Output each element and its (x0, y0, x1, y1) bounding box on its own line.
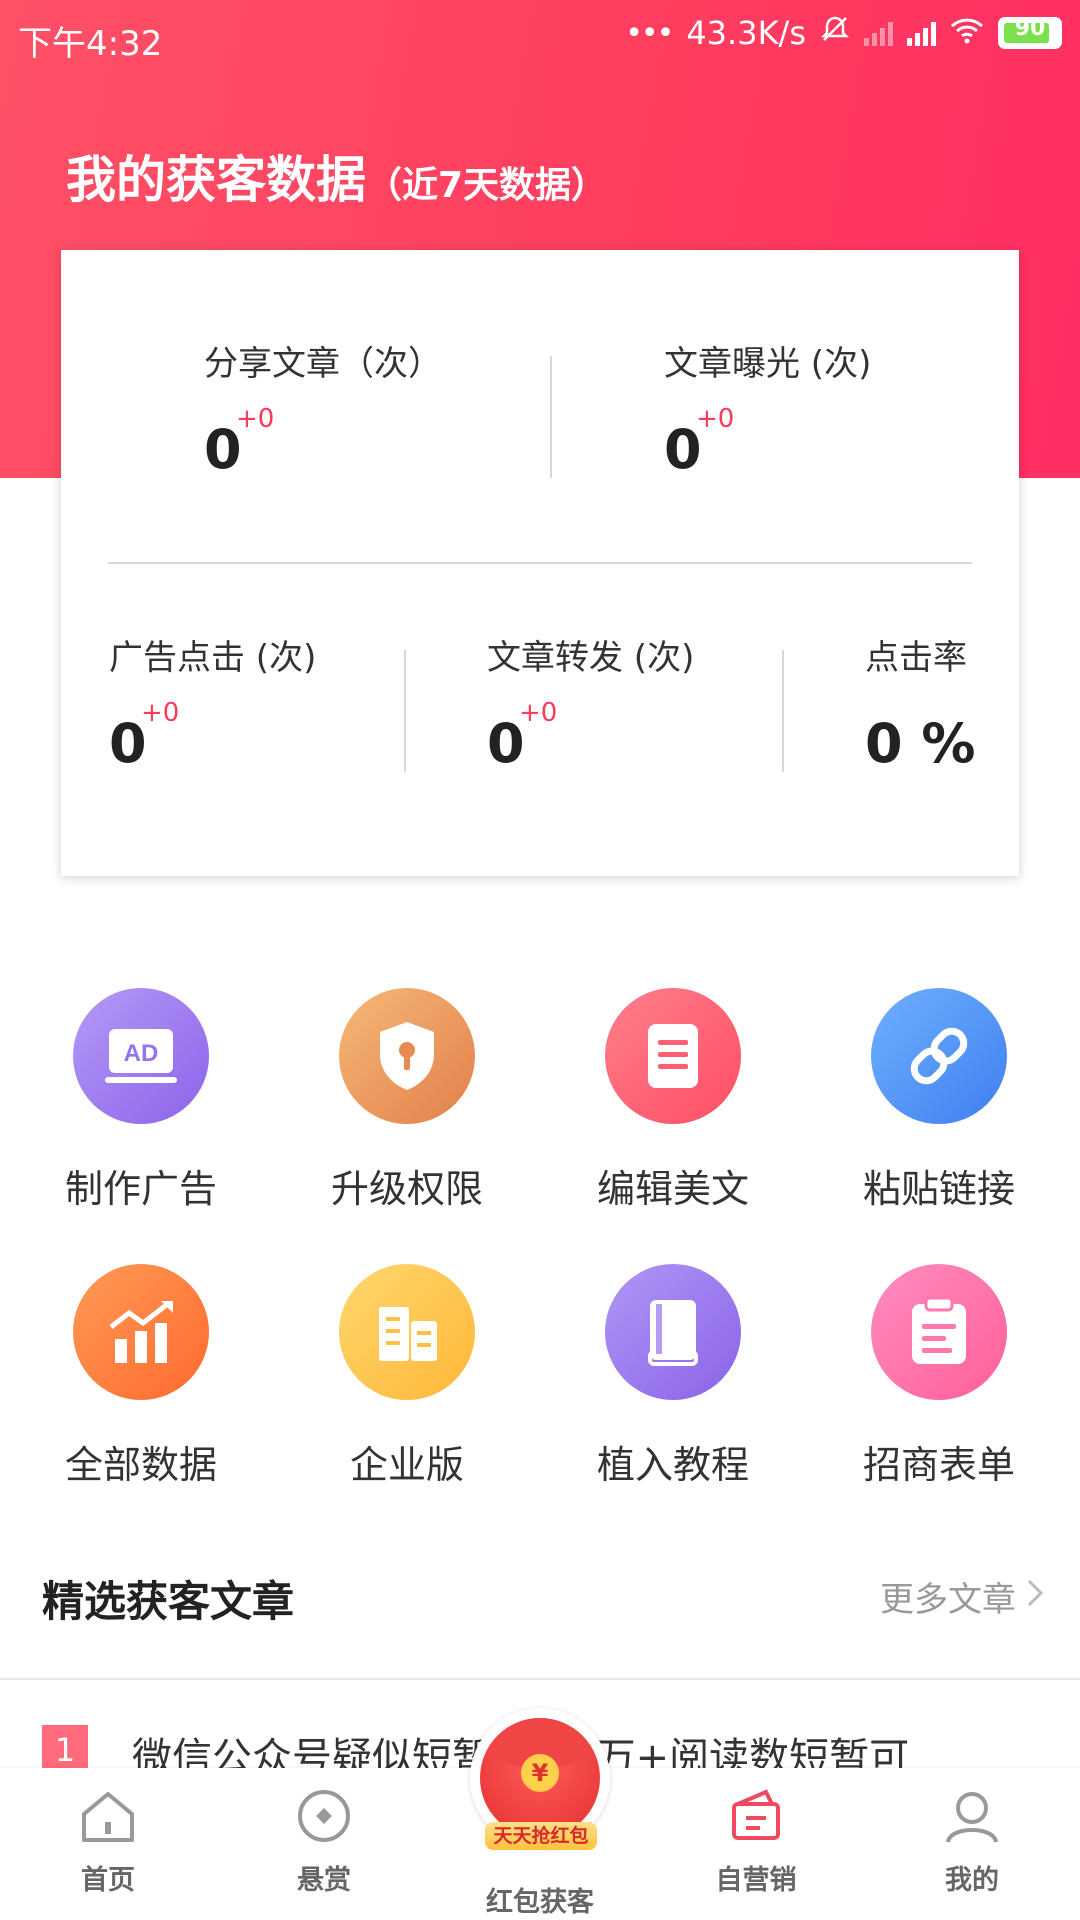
status-time: 下午4:32 (18, 24, 163, 64)
page-subtitle: （近7天数据） (366, 165, 608, 206)
stat-label: 点击率 (865, 638, 967, 678)
signal-icon (907, 20, 936, 46)
stat-label: 分享文章（次） (204, 344, 442, 384)
stat-share-articles[interactable]: 分享文章（次） 0 +0 (204, 336, 464, 486)
stat-value: 0 % (865, 712, 976, 775)
grid-label: 粘贴链接 (862, 1167, 1015, 1211)
page-title-main: 我的获客数据 (66, 151, 366, 209)
stat-label: 文章曝光 (次) (664, 344, 872, 384)
red-envelope-badge: 天天抢红包 (485, 1822, 597, 1850)
tab-home[interactable]: 首页 (23, 1788, 193, 1897)
section-divider (0, 1678, 1080, 1680)
grid-item-upgrade[interactable]: 升级权限 (287, 988, 527, 1213)
grid-label: 企业版 (349, 1443, 464, 1487)
more-articles-label: 更多文章 (880, 1580, 1016, 1620)
home-icon (78, 1792, 138, 1848)
ad-icon: AD (73, 988, 209, 1124)
tab-label: 我的 (945, 1865, 999, 1896)
divider (782, 650, 784, 772)
grid-item-tutorial[interactable]: 植入教程 (553, 1264, 793, 1489)
grid-item-enterprise[interactable]: 企业版 (287, 1264, 527, 1489)
stat-label: 文章转发 (次) (487, 638, 695, 678)
divider (550, 356, 552, 478)
chevron-right-icon (1026, 1577, 1044, 1617)
reward-icon (294, 1790, 354, 1848)
tab-profile[interactable]: 我的 (887, 1788, 1057, 1897)
stat-label: 广告点击 (次) (109, 638, 317, 678)
link-icon (871, 988, 1007, 1124)
section-title: 精选获客文章 (42, 1577, 295, 1626)
grid-item-edit-article[interactable]: 编辑美文 (553, 988, 793, 1213)
tab-reward[interactable]: 悬赏 (239, 1788, 409, 1897)
mute-bell-icon (820, 14, 850, 52)
status-bar: 下午4:32 ••• 43.3K/s 90 (0, 0, 1080, 76)
stat-delta: +0 (141, 698, 180, 728)
divider (404, 650, 406, 772)
grid-item-form[interactable]: 招商表单 (819, 1264, 1059, 1489)
signal-icon-sim2 (864, 20, 893, 46)
grid-label: 制作广告 (64, 1167, 217, 1211)
battery-level: 90 (1014, 16, 1046, 41)
stat-ad-clicks[interactable]: 广告点击 (次) 0 +0 (109, 630, 349, 780)
building-icon (339, 1264, 475, 1400)
stat-delta: +0 (519, 698, 558, 728)
grid-label: 植入教程 (596, 1443, 749, 1487)
stat-click-rate[interactable]: 点击率 0 % (865, 630, 1005, 780)
network-speed: 43.3K/s (686, 14, 806, 52)
tab-label: 悬赏 (297, 1865, 351, 1896)
clipboard-icon (871, 1264, 1007, 1400)
svg-text:AD: AD (124, 1040, 159, 1067)
grid-item-make-ad[interactable]: AD 制作广告 (21, 988, 261, 1213)
wifi-icon (950, 14, 984, 52)
grid-label: 升级权限 (330, 1167, 483, 1211)
grid-label: 编辑美文 (596, 1167, 749, 1211)
profile-icon (942, 1792, 1002, 1848)
tab-label: 首页 (81, 1865, 135, 1896)
tab-label: 红包获客 (486, 1887, 594, 1918)
status-icons: ••• 43.3K/s 90 (625, 14, 1062, 52)
marketing-icon (726, 1789, 786, 1848)
stat-article-forwards[interactable]: 文章转发 (次) 0 +0 (487, 630, 727, 780)
battery-icon: 90 (998, 16, 1062, 49)
more-articles-link[interactable]: 更多文章 (880, 1572, 1044, 1621)
grid-label: 全部数据 (64, 1443, 217, 1487)
stats-card: 分享文章（次） 0 +0 文章曝光 (次) 0 +0 广告点击 (次) 0 +0… (61, 250, 1019, 876)
tab-self-marketing[interactable]: 自营销 (671, 1788, 841, 1897)
stat-article-exposure[interactable]: 文章曝光 (次) 0 +0 (664, 336, 924, 486)
horizontal-divider (108, 562, 972, 564)
stat-delta: +0 (696, 404, 735, 434)
book-icon (605, 1264, 741, 1400)
coin-icon: ¥ (521, 1754, 559, 1792)
page-title: 我的获客数据（近7天数据） (66, 140, 607, 212)
grid-item-paste-link[interactable]: 粘贴链接 (819, 988, 1059, 1213)
stat-delta: +0 (236, 404, 275, 434)
shield-icon (339, 988, 475, 1124)
chart-icon (73, 1264, 209, 1400)
red-envelope-icon: ¥ (480, 1718, 600, 1838)
grid-label: 招商表单 (862, 1443, 1015, 1487)
tab-label: 自营销 (715, 1865, 797, 1896)
document-icon (605, 988, 741, 1124)
more-dots-icon: ••• (625, 15, 674, 51)
grid-item-all-data[interactable]: 全部数据 (21, 1264, 261, 1489)
